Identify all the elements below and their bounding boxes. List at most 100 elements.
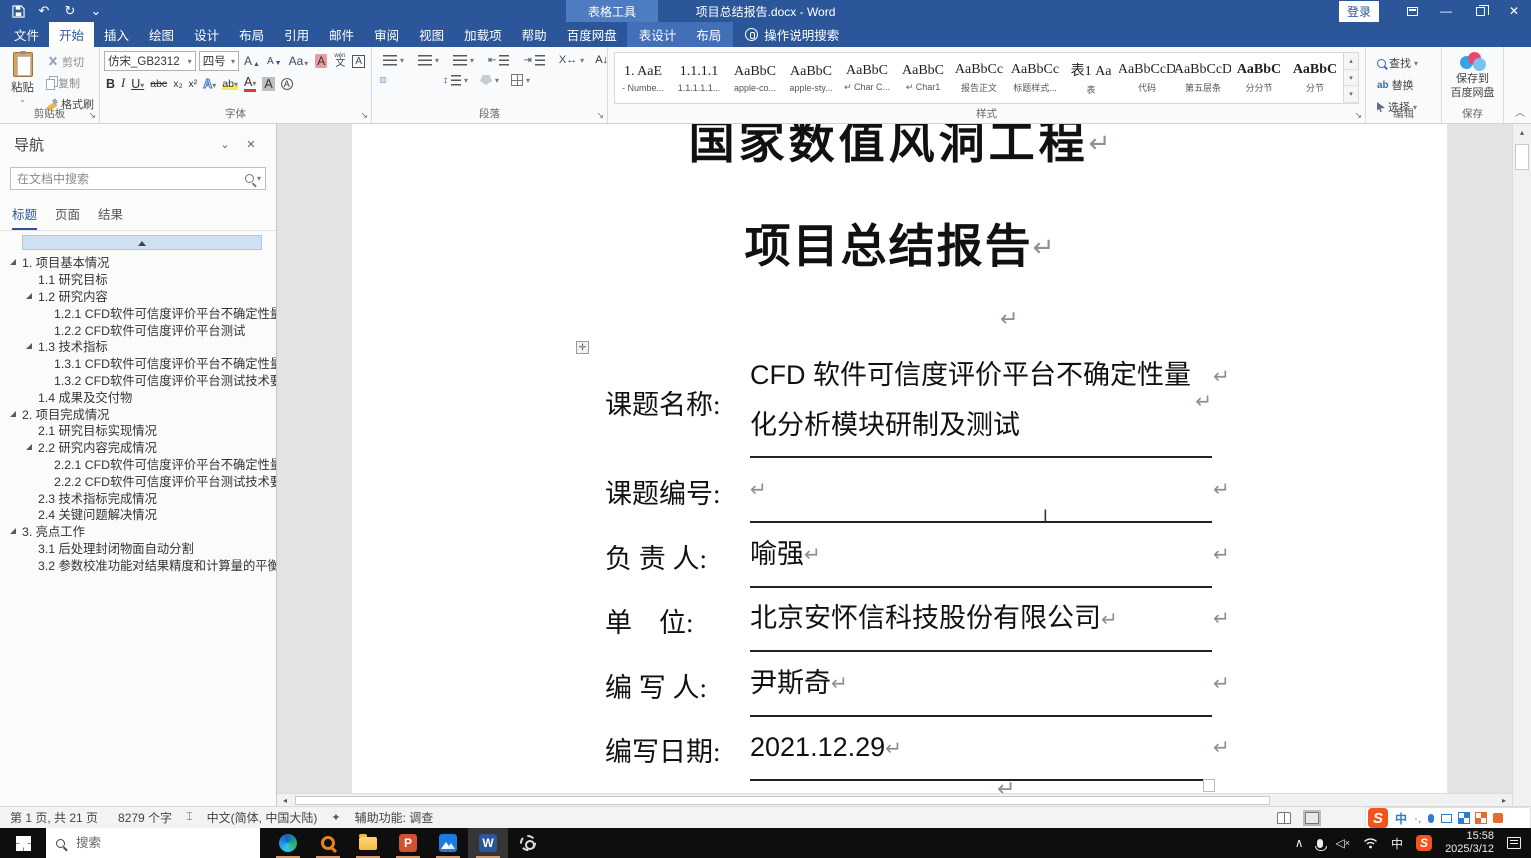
ime-mic-icon[interactable] [1428,814,1434,823]
styles-more-icon[interactable]: ▾ [1344,86,1358,103]
document-page[interactable]: 国家数值风洞工程↵ 项目总结报告↵ ↵ ✛ 课题名称: CFD 软件可信度评价平… [352,124,1447,793]
justify-button[interactable] [416,77,422,83]
navigation-search-input[interactable] [17,172,245,186]
ribbon-tab[interactable]: 引用 [274,22,319,47]
font-dialog-launcher[interactable]: ↘ [360,110,368,121]
ribbon-tab[interactable]: 绘图 [139,22,184,47]
- Numbe...[interactable]: 1. AaE - Numbe... [615,53,671,103]
tell-me-search[interactable]: 操作说明搜索 [733,22,851,47]
align-right-button[interactable] [404,77,410,83]
text-highlight-button[interactable]: ab▾ [222,78,238,90]
sogou-logo-icon[interactable]: S [1368,808,1388,828]
word-count-status[interactable]: 8279 个字 [108,809,182,826]
ribbon-tab[interactable]: 审阅 [364,22,409,47]
clipboard-dialog-launcher[interactable]: ↘ [88,110,96,121]
ime-skin-icon[interactable] [1459,813,1469,823]
text-effects-button[interactable]: A▾ [203,77,216,91]
heading-tree-item[interactable]: 1.2 研究内容 [0,288,276,305]
expand-collapse-icon[interactable] [10,259,16,265]
accessibility-status[interactable]: 辅助功能: 调查 [345,809,444,826]
close-button[interactable]: ✕ [1497,0,1531,22]
line-spacing-button[interactable]: ↕▾ [440,74,471,87]
accessibility-icon[interactable]: ✦ [327,811,344,824]
taskbar-netdisk-button[interactable] [428,828,468,858]
标题样式...[interactable]: AaBbCc 标题样式... [1007,53,1063,103]
sogou-tray-icon[interactable]: S [1416,835,1432,851]
phonetic-guide-button[interactable]: wén文 [332,53,347,69]
replace-button[interactable]: ab替换 [1374,76,1439,94]
ime-keyboard-icon[interactable] [1441,814,1452,823]
heading-tree-item[interactable]: 2.3 技术指标完成情况 [0,489,276,506]
strikethrough-button[interactable]: abc [150,78,167,90]
bullets-button[interactable]: ▾ [380,54,407,67]
numbering-button[interactable]: ▾ [415,54,442,67]
↵ Char1[interactable]: AaBbC ↵ Char1 [895,53,951,103]
superscript-button[interactable]: x² [189,78,198,90]
undo-icon[interactable]: ↶ [36,3,52,19]
field-value-cell[interactable]: ↵ [750,458,1212,523]
vertical-scroll-thumb[interactable] [1515,144,1529,170]
↵ Char C...[interactable]: AaBbC ↵ Char C... [839,53,895,103]
heading-tree-item[interactable]: 2.2.1 CFD软件可信度评价平台不确定性量化... [0,456,276,473]
bold-button[interactable]: B [106,77,115,91]
copy-button[interactable]: 复制 [43,74,97,92]
redo-icon[interactable]: ↻ [62,3,78,19]
align-center-button[interactable] [392,77,398,83]
taskbar-search-input[interactable] [76,836,226,850]
shrink-font-button[interactable]: A▼ [265,55,284,68]
styles-scroll-up-icon[interactable]: ▴ [1344,53,1358,70]
distribute-button[interactable] [428,77,434,83]
minimize-button[interactable]: — [1429,0,1463,22]
contextual-ribbon-tab[interactable]: 布局 [686,22,731,47]
navigation-search-box[interactable]: ▾ [10,167,266,190]
分节[interactable]: AaBbC 分节 [1287,53,1343,103]
shading-button[interactable]: ▾ [477,74,502,86]
ribbon-tab[interactable]: 百度网盘 [557,22,627,47]
print-layout-icon[interactable] [1305,812,1319,824]
heading-tree-item[interactable]: 2.2.2 CFD软件可信度评价平台测试技术要求 [0,472,276,489]
ribbon-tab[interactable]: 帮助 [512,22,557,47]
scroll-up-icon[interactable]: ▴ [1513,124,1531,141]
scroll-left-icon[interactable]: ◂ [277,796,293,805]
heading-tree-item[interactable]: 2.1 研究目标实现情况 [0,422,276,439]
proofing-status-icon[interactable]: ⌶ [182,811,197,824]
field-value-cell[interactable]: 北京安怀信科技股份有限公司↵ [750,588,1212,652]
apple-sty...[interactable]: AaBbC apple-sty... [783,53,839,103]
heading-tree-item[interactable]: 1. 项目基本情况 [0,254,276,271]
ribbon-tab[interactable]: 布局 [229,22,274,47]
expand-collapse-icon[interactable] [26,343,32,349]
expand-collapse-icon[interactable] [26,293,32,299]
action-center-icon[interactable] [1507,837,1521,849]
expand-collapse-icon[interactable] [10,411,16,417]
borders-button[interactable]: ▾ [508,73,533,87]
customize-qat-icon[interactable]: ⌄ [88,3,104,19]
page-count-status[interactable]: 第 1 页, 共 21 页 [0,809,108,826]
taskbar-search-box[interactable] [46,828,260,858]
save-icon[interactable] [10,3,26,19]
vertical-scrollbar[interactable]: ▴ [1512,124,1531,806]
collapse-ribbon-icon[interactable]: ︿ [1515,104,1525,119]
increase-indent-button[interactable]: ⇥ [520,54,547,67]
ribbon-tab[interactable]: 邮件 [319,22,364,47]
save-to-baidu-button[interactable]: 保存到百度网盘 [1444,52,1501,101]
field-value-cell[interactable]: CFD 软件可信度评价平台不确定性量化分析模块研制及测试↵ [750,346,1212,458]
heading-tree-item[interactable]: 1.3.1 CFD软件可信度评价平台不确定性量化... [0,355,276,372]
read-mode-icon[interactable] [1277,812,1291,824]
代码[interactable]: AaBbCcD 代码 [1119,53,1175,103]
1.1.1.1.1...[interactable]: 1.1.1.1 1.1.1.1.1... [671,53,727,103]
分分节[interactable]: AaBbC 分分节 [1231,53,1287,103]
sign-in-button[interactable]: 登录 [1339,1,1379,22]
wifi-icon[interactable] [1363,837,1378,849]
mic-tray-icon[interactable] [1317,839,1323,848]
font-color-button[interactable]: A▾ [244,76,256,92]
taskbar-search-app-button[interactable] [308,828,348,858]
ribbon-tab[interactable]: 开始 [49,22,94,47]
taskbar-explorer-button[interactable] [348,828,388,858]
horizontal-scrollbar[interactable]: ◂ ▸ [277,793,1512,806]
heading-tree-item[interactable]: 2.4 关键问题解决情况 [0,506,276,523]
font-name-combobox[interactable]: 仿宋_GB2312▾ [104,51,196,71]
change-case-button[interactable]: Aa▾ [287,53,311,69]
heading-tree-item[interactable]: 3.2 参数校准功能对结果精度和计算量的平衡 [0,556,276,573]
heading-tree-item[interactable]: 2.2 研究内容完成情况 [0,439,276,456]
expand-collapse-icon[interactable] [10,528,16,534]
